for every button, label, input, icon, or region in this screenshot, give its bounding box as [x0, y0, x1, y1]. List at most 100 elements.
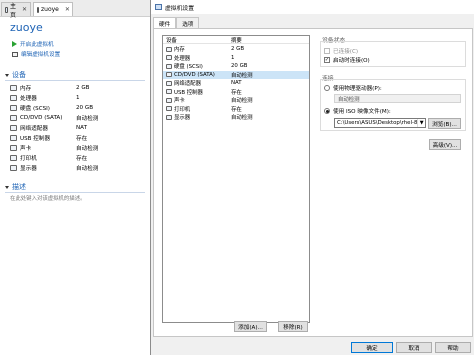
- device-name: CD/DVD (SATA): [20, 114, 63, 121]
- hardware-row[interactable]: 声卡 自动检测: [163, 96, 309, 104]
- radio-icon[interactable]: [324, 85, 330, 91]
- device-value: 2 GB: [76, 84, 90, 91]
- device-value: 自动检测: [76, 115, 99, 122]
- remove-hardware-button[interactable]: 移除(R): [278, 321, 308, 332]
- device-value: 存在: [76, 135, 88, 142]
- device-value: 20 GB: [76, 104, 94, 111]
- cpu-icon: [166, 55, 172, 60]
- browse-button[interactable]: 浏览(B)...: [428, 118, 461, 129]
- device-row[interactable]: 显示器 自动检测: [10, 163, 145, 172]
- hardware-device-name: 硬盘 (SCSI): [174, 64, 203, 70]
- edit-settings-button[interactable]: 编辑虚拟机设置: [12, 50, 60, 58]
- hardware-row[interactable]: 显示器 自动检测: [163, 113, 309, 121]
- network-icon: [166, 80, 172, 86]
- add-hardware-button[interactable]: 添加(A)...: [234, 321, 267, 332]
- advanced-button[interactable]: 高级(V)...: [429, 139, 461, 150]
- edit-settings-icon: [12, 51, 18, 57]
- hardware-summary: 自动检测: [231, 115, 253, 121]
- power-on-button[interactable]: 开启此虚拟机: [12, 40, 54, 48]
- hardware-device-cell: USB 控制器: [163, 88, 231, 96]
- hardware-row[interactable]: CD/DVD (SATA) 自动检测: [163, 70, 309, 79]
- use-iso-label: 使用 ISO 映像文件(M):: [333, 109, 391, 115]
- hardware-row[interactable]: 打印机 存在: [163, 105, 309, 113]
- use-physical-drive-radio[interactable]: 使用物理驱动器(P):: [324, 84, 382, 92]
- cd-dvd-icon: [10, 114, 17, 121]
- close-icon[interactable]: ✕: [22, 6, 27, 13]
- device-row[interactable]: 打印机 存在: [10, 153, 145, 162]
- vm-settings-dialog: 虚拟机设置 硬件 选项 设备 摘要 内存 2 GB 处理器 1 硬盘 (SCSI) 20 …: [150, 0, 474, 355]
- hardware-device-cell: 网络适配器: [163, 79, 231, 87]
- chevron-down-icon[interactable]: ▼: [417, 119, 425, 127]
- hardware-device-cell: 显示器: [163, 113, 231, 121]
- memory-icon: [10, 84, 17, 91]
- column-summary[interactable]: 摘要: [231, 36, 309, 44]
- device-name: 网络适配器: [20, 125, 48, 132]
- display-icon: [10, 164, 17, 171]
- hardware-device-name: 声卡: [174, 98, 185, 104]
- dialog-title: 虚拟机设置: [165, 5, 194, 12]
- section-divider: [5, 192, 145, 193]
- physical-drive-select[interactable]: 自动检测: [334, 94, 461, 103]
- hardware-row[interactable]: USB 控制器 存在: [163, 88, 309, 96]
- description-section-header[interactable]: 描述: [5, 182, 26, 192]
- hardware-device-name: 网络适配器: [174, 81, 201, 87]
- hardware-summary: 1: [231, 54, 235, 61]
- hardware-row[interactable]: 网络适配器 NAT: [163, 79, 309, 87]
- cancel-button[interactable]: 取消: [396, 342, 432, 353]
- hardware-device-name: CD/DVD (SATA): [174, 71, 215, 78]
- connected-checkbox-box[interactable]: [324, 48, 330, 54]
- hardware-row[interactable]: 内存 2 GB: [163, 45, 309, 53]
- device-row[interactable]: 网络适配器 NAT: [10, 123, 145, 132]
- device-row[interactable]: CD/DVD (SATA) 自动检测: [10, 113, 145, 122]
- hardware-summary: 2 GB: [231, 46, 245, 52]
- collapse-icon[interactable]: [5, 185, 9, 189]
- hardware-device-name: USB 控制器: [174, 89, 203, 96]
- sound-card-icon: [166, 97, 172, 103]
- device-value: 自动检测: [76, 145, 99, 152]
- device-row[interactable]: USB 控制器 存在: [10, 133, 145, 142]
- use-iso-radio[interactable]: 使用 ISO 映像文件(M):: [324, 107, 391, 115]
- ok-button[interactable]: 确定: [351, 342, 393, 353]
- device-row[interactable]: 硬盘 (SCSI) 20 GB: [10, 103, 145, 112]
- connect-at-power-on-checkbox[interactable]: ✓ 启动时连接(O): [324, 56, 370, 64]
- play-icon: [12, 41, 17, 47]
- connected-checkbox[interactable]: 已连接(C): [324, 47, 358, 55]
- description-text[interactable]: 在此处键入对该虚拟机的描述。: [10, 194, 145, 202]
- hardware-summary: 20 GB: [231, 63, 248, 69]
- device-name: 声卡: [20, 145, 32, 152]
- help-button[interactable]: 帮助: [435, 342, 471, 353]
- hardware-device-name: 内存: [174, 47, 185, 53]
- device-name: 内存: [20, 85, 32, 92]
- device-row[interactable]: 处理器 1: [10, 93, 145, 102]
- tab-label: zuoye: [41, 6, 59, 13]
- device-name: 硬盘 (SCSI): [20, 105, 50, 112]
- radio-selected-icon[interactable]: [324, 108, 330, 114]
- check-icon[interactable]: ✓: [324, 57, 330, 63]
- column-device[interactable]: 设备: [163, 36, 231, 44]
- vm-settings-icon: [155, 4, 162, 10]
- device-row[interactable]: 内存 2 GB: [10, 83, 145, 92]
- iso-path-input[interactable]: C:\Users\ASUS\Desktop\rhel-8 ▼: [334, 118, 426, 128]
- hardware-device-name: 显示器: [174, 115, 191, 121]
- devices-section-header[interactable]: 设备: [5, 70, 26, 80]
- device-name: 处理器: [20, 95, 37, 102]
- hardware-list[interactable]: 设备 摘要 内存 2 GB 处理器 1 硬盘 (SCSI) 20 GB CD/DVD (SA…: [162, 35, 310, 323]
- collapse-icon[interactable]: [5, 73, 9, 77]
- tab-home[interactable]: 主页 ✕: [1, 2, 31, 19]
- hardware-summary: 存在: [231, 106, 242, 113]
- hardware-device-cell: 打印机: [163, 105, 231, 113]
- devices-section-title: 设备: [12, 71, 26, 79]
- network-icon: [10, 124, 17, 131]
- hardware-device-cell: 硬盘 (SCSI): [163, 62, 231, 70]
- close-icon[interactable]: ✕: [65, 6, 70, 13]
- device-value: 1: [76, 94, 80, 101]
- hard-disk-icon: [10, 104, 17, 111]
- hardware-device-name: 处理器: [174, 55, 191, 62]
- hardware-row[interactable]: 处理器 1: [163, 54, 309, 62]
- hard-disk-icon: [166, 63, 172, 69]
- device-row[interactable]: 声卡 自动检测: [10, 143, 145, 152]
- use-physical-drive-label: 使用物理驱动器(P):: [333, 86, 382, 92]
- hardware-row[interactable]: 硬盘 (SCSI) 20 GB: [163, 62, 309, 70]
- printer-icon: [166, 106, 172, 111]
- tab-vm[interactable]: zuoye ✕: [33, 2, 73, 16]
